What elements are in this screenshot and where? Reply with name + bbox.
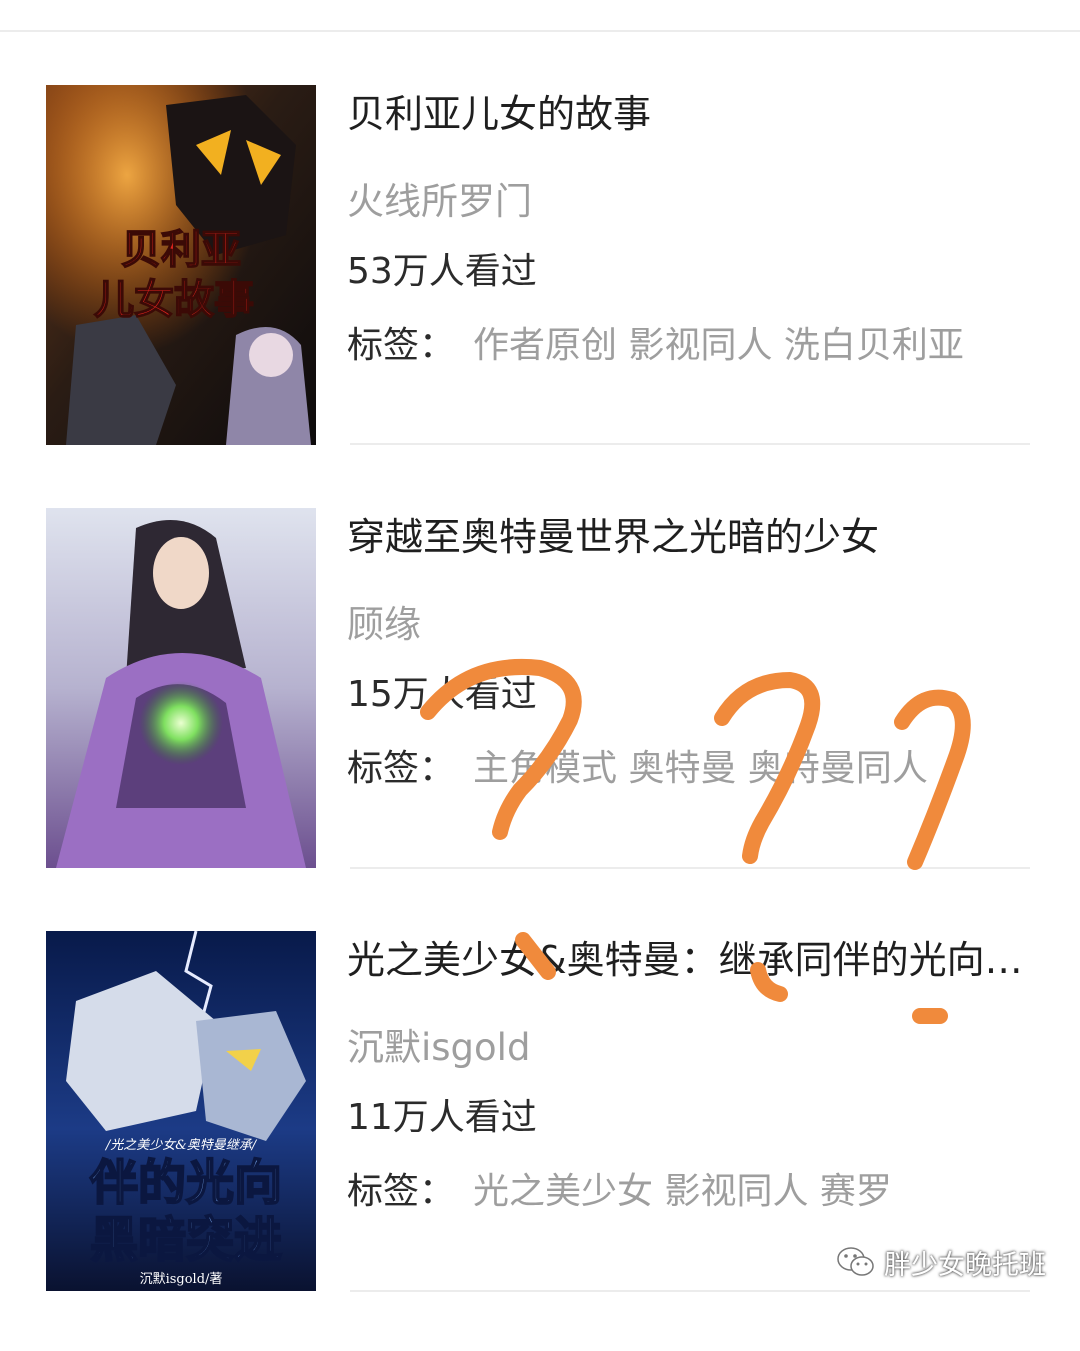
cover-title-line2: 黑暗突进 (90, 1212, 282, 1268)
book-view-count: 53万人看过 (347, 251, 537, 292)
book-author[interactable]: 沉默isgold (347, 1023, 530, 1073)
book-cover[interactable]: 贝利亚 儿女故事 (46, 85, 316, 445)
tags-label: 标签： (347, 325, 456, 366)
cover-title-line1: 贝利亚 (121, 227, 241, 273)
book-cover[interactable] (46, 508, 316, 868)
cover-subtitle: /光之美少女&奥特曼继承/ (104, 1137, 258, 1153)
row-divider (350, 867, 1030, 869)
tags-value: 作者原创 影视同人 洗白贝利亚 (473, 325, 964, 366)
cover-author: 沉默isgold/著 (140, 1271, 223, 1287)
watermark: 胖少女晚托班 (836, 1240, 1046, 1284)
watermark-text: 胖少女晚托班 (884, 1249, 1046, 1281)
cover-art-3: /光之美少女&奥特曼继承/ 伴的光向 黑暗突进 沉默isgold/著 (46, 931, 316, 1291)
tags-label: 标签： (347, 1171, 456, 1212)
top-divider (0, 30, 1080, 32)
book-tags: 标签： 主角模式 奥特曼 奥特曼同人 (347, 744, 1027, 794)
book-view-count: 11万人看过 (347, 1097, 537, 1138)
book-list-item[interactable]: 贝利亚 儿女故事 贝利亚儿女的故事 火线所罗门 53万人看过 标签： 作者原创 … (0, 85, 1080, 505)
tags-value: 光之美少女 影视同人 赛罗 (473, 1171, 892, 1212)
book-tags: 标签： 作者原创 影视同人 洗白贝利亚 (347, 321, 1027, 371)
book-author[interactable]: 火线所罗门 (347, 177, 532, 227)
book-cover[interactable]: /光之美少女&奥特曼继承/ 伴的光向 黑暗突进 沉默isgold/著 (46, 931, 316, 1291)
row-divider (350, 1290, 1030, 1292)
wechat-icon (837, 1247, 874, 1276)
tags-value: 主角模式 奥特曼 奥特曼同人 (473, 748, 928, 789)
book-author[interactable]: 顾缘 (347, 600, 421, 650)
book-view-count: 15万人看过 (347, 674, 537, 715)
book-title[interactable]: 穿越至奥特曼世界之光暗的少女 (347, 511, 1037, 563)
book-list-item[interactable]: /光之美少女&奥特曼继承/ 伴的光向 黑暗突进 沉默isgold/著 光之美少女… (0, 931, 1080, 1351)
cover-art-1: 贝利亚 儿女故事 (46, 85, 316, 445)
book-title[interactable]: 光之美少女&奥特曼：继承同伴的光向黑暗突进 (347, 934, 1037, 986)
cover-art-2 (46, 508, 316, 868)
cover-title-line1: 伴的光向 (89, 1155, 282, 1211)
book-list-item[interactable]: 穿越至奥特曼世界之光暗的少女 顾缘 15万人看过 标签： 主角模式 奥特曼 奥特… (0, 508, 1080, 928)
row-divider (350, 443, 1030, 445)
tags-label: 标签： (347, 748, 456, 789)
book-title[interactable]: 贝利亚儿女的故事 (347, 88, 1037, 140)
book-tags: 标签： 光之美少女 影视同人 赛罗 (347, 1167, 1027, 1217)
cover-title-line2: 儿女故事 (94, 277, 254, 323)
